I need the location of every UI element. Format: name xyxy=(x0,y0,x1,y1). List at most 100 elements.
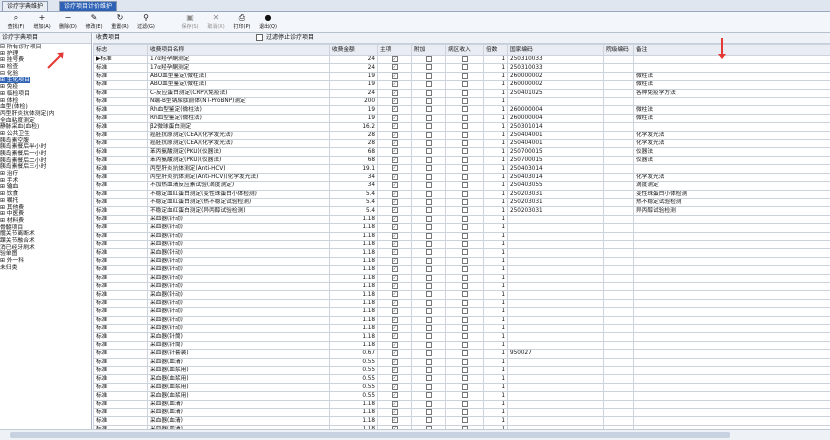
checkbox[interactable] xyxy=(426,224,432,230)
table-cell[interactable] xyxy=(446,156,484,164)
tree-node[interactable]: ⊞ 中医费 xyxy=(0,211,91,218)
table-cell[interactable] xyxy=(446,308,484,316)
checkbox[interactable] xyxy=(392,98,398,104)
checkbox[interactable] xyxy=(426,300,432,306)
checkbox[interactable] xyxy=(462,367,468,373)
column-header[interactable]: 病区收入 xyxy=(446,45,484,56)
table-row[interactable]: 标准丙型肝炎抗体测定(Anti-HCV)19.11250403014 xyxy=(94,165,830,173)
table-cell[interactable] xyxy=(412,156,446,164)
checkbox[interactable] xyxy=(426,132,432,138)
checkbox[interactable] xyxy=(462,291,468,297)
checkbox[interactable] xyxy=(462,249,468,255)
checkbox[interactable] xyxy=(462,233,468,239)
table-cell[interactable] xyxy=(378,140,412,148)
checkbox[interactable] xyxy=(392,291,398,297)
scroll-thumb[interactable] xyxy=(10,432,730,438)
table-cell[interactable] xyxy=(412,123,446,131)
table-cell[interactable] xyxy=(446,148,484,156)
table-cell[interactable] xyxy=(378,282,412,290)
table-cell[interactable] xyxy=(446,257,484,265)
checkbox[interactable] xyxy=(392,308,398,314)
table-cell[interactable] xyxy=(446,392,484,400)
table-cell[interactable] xyxy=(412,224,446,232)
checkbox[interactable] xyxy=(392,342,398,348)
table-cell[interactable] xyxy=(446,358,484,366)
billing-grid[interactable]: 标志收费项目名称收费金额主项附加病区收入倍数国家编码院级编码备注 ▶标准17α羟… xyxy=(93,44,830,430)
checkbox[interactable] xyxy=(426,275,432,281)
table-cell[interactable] xyxy=(446,240,484,248)
table-row[interactable]: 标准采血器(针套装)0.671950027 xyxy=(94,350,830,358)
table-cell[interactable] xyxy=(412,325,446,333)
checkbox[interactable] xyxy=(462,98,468,104)
table-row[interactable]: 标准采血器(针筒)1.181 xyxy=(94,333,830,341)
table-cell[interactable] xyxy=(412,266,446,274)
checkbox[interactable] xyxy=(392,258,398,264)
table-cell[interactable] xyxy=(412,198,446,206)
table-cell[interactable] xyxy=(446,98,484,106)
add-button[interactable]: +增加(A) xyxy=(28,13,56,31)
table-row[interactable]: 标准采血器(针动)1.181 xyxy=(94,325,830,333)
checkbox[interactable] xyxy=(462,123,468,129)
table-row[interactable]: 标准采血器(针动)1.181 xyxy=(94,249,830,257)
checkbox[interactable] xyxy=(426,283,432,289)
checkbox[interactable] xyxy=(462,417,468,423)
table-cell[interactable] xyxy=(378,299,412,307)
tree-node[interactable]: 静脉采血(血检) xyxy=(0,124,91,131)
column-header[interactable]: 院级编码 xyxy=(604,45,634,56)
checkbox[interactable] xyxy=(462,275,468,281)
checkbox[interactable] xyxy=(462,90,468,96)
table-cell[interactable] xyxy=(412,207,446,215)
table-cell[interactable] xyxy=(446,232,484,240)
table-cell[interactable] xyxy=(446,81,484,89)
table-cell[interactable] xyxy=(378,114,412,122)
checkbox[interactable] xyxy=(392,182,398,188)
table-cell[interactable] xyxy=(412,257,446,265)
table-cell[interactable] xyxy=(412,282,446,290)
delete-button[interactable]: −删除(D) xyxy=(54,13,82,31)
checkbox[interactable] xyxy=(392,224,398,230)
checkbox[interactable] xyxy=(392,359,398,365)
table-cell[interactable] xyxy=(378,308,412,316)
table-row[interactable]: 标准癌胚抗原测定(CEA)(化学发光法)281250404001化学发光法 xyxy=(94,131,830,139)
checkbox[interactable] xyxy=(462,350,468,356)
table-row[interactable]: 标准不加热血清反应素试验(滴度测定)341250403055滴度测定 xyxy=(94,182,830,190)
table-cell[interactable] xyxy=(412,291,446,299)
tab-pricing[interactable]: 诊疗项目计价维护 xyxy=(59,1,117,11)
table-cell[interactable] xyxy=(378,56,412,64)
table-row[interactable]: 标准17α羟孕酮测定241250310033 xyxy=(94,64,830,72)
table-cell[interactable] xyxy=(412,417,446,425)
table-cell[interactable] xyxy=(446,249,484,257)
save-button[interactable]: ▣保存(S) xyxy=(176,13,204,31)
checkbox[interactable] xyxy=(462,106,468,112)
checkbox[interactable] xyxy=(462,283,468,289)
table-cell[interactable] xyxy=(446,190,484,198)
table-cell[interactable] xyxy=(412,148,446,156)
table-cell[interactable] xyxy=(446,367,484,375)
table-row[interactable]: 标准采血器(血浆用)0.551 xyxy=(94,392,830,400)
table-cell[interactable] xyxy=(378,417,412,425)
checkbox[interactable] xyxy=(462,224,468,230)
table-cell[interactable] xyxy=(446,173,484,181)
checkbox[interactable] xyxy=(392,157,398,163)
table-cell[interactable] xyxy=(412,383,446,391)
table-row[interactable]: 标准采血器(针动)1.181 xyxy=(94,266,830,274)
category-tree[interactable]: ⊟ 所有诊疗项目 ⊞ 护理 ⊞ 挂号费 ⊞ 检查 ⊟ 化验 ⊞ 生化项目 ⊞ 免… xyxy=(0,44,91,429)
checkbox[interactable] xyxy=(392,275,398,281)
table-cell[interactable] xyxy=(378,106,412,114)
checkbox[interactable] xyxy=(392,325,398,331)
table-cell[interactable] xyxy=(378,350,412,358)
checkbox[interactable] xyxy=(426,191,432,197)
checkbox[interactable] xyxy=(462,392,468,398)
table-row[interactable]: 标准采血器(针动)1.181 xyxy=(94,257,830,265)
checkbox[interactable] xyxy=(462,64,468,70)
table-cell[interactable] xyxy=(378,123,412,131)
checkbox[interactable] xyxy=(462,157,468,163)
table-cell[interactable] xyxy=(378,173,412,181)
table-row[interactable]: 标准β2微球蛋白测定16.21250301014 xyxy=(94,123,830,131)
table-cell[interactable] xyxy=(446,131,484,139)
table-cell[interactable] xyxy=(446,375,484,383)
table-cell[interactable] xyxy=(378,358,412,366)
table-cell[interactable] xyxy=(412,165,446,173)
checkbox[interactable] xyxy=(392,401,398,407)
checkbox[interactable] xyxy=(426,216,432,222)
